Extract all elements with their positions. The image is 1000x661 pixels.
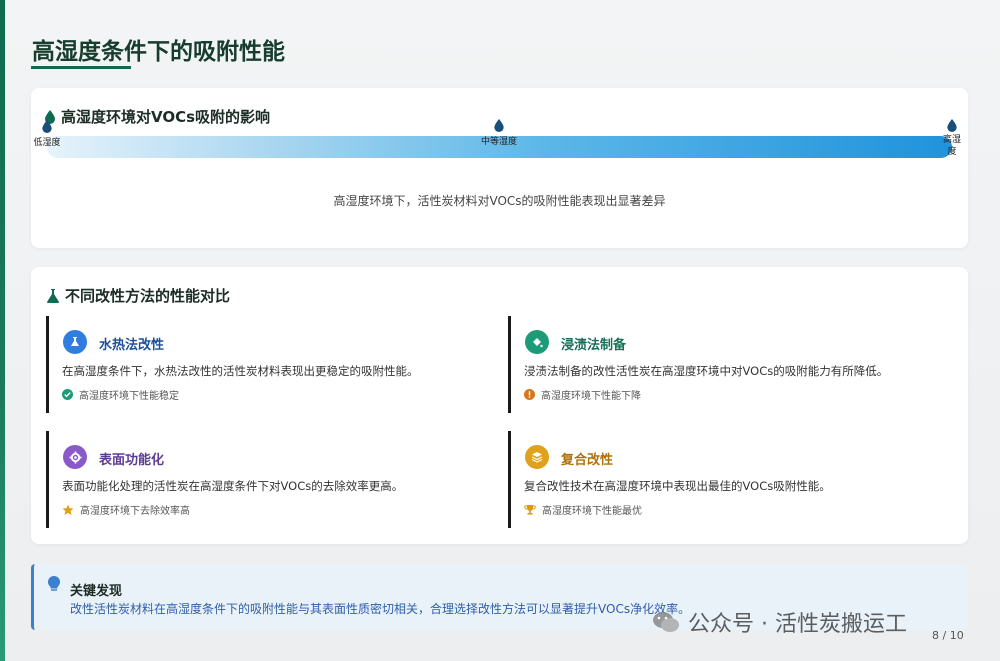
marker-high: 高湿度 — [943, 119, 961, 158]
method-card-hydrothermal: 水热法改性 在高湿度条件下，水热法改性的活性炭材料表现出更稳定的吸附性能。 高湿… — [46, 316, 494, 413]
key-finding-title: 关键发现 — [70, 584, 123, 599]
check-circle-icon — [62, 389, 73, 400]
humidity-heading-text: 高湿度环境对VOCs吸附的影响 — [61, 108, 271, 126]
method-note: 高湿度环境下性能稳定 — [62, 387, 179, 402]
method-title: 表面功能化 — [99, 453, 165, 468]
method-note: 高湿度环境下性能最优 — [524, 502, 642, 517]
comparison-heading-text: 不同改性方法的性能对比 — [65, 287, 231, 305]
method-title: 复合改性 — [561, 453, 614, 468]
marker-low: 低湿度 — [31, 120, 63, 148]
wechat-icon — [653, 612, 679, 632]
left-accent-bar — [0, 0, 5, 661]
method-desc: 在高湿度条件下，水热法改性的活性炭材料表现出更稳定的吸附性能。 — [62, 364, 419, 378]
method-note-text: 高湿度环境下去除效率高 — [80, 506, 190, 517]
wechat-watermark: 公众号 · 活性炭搬运工 — [652, 606, 907, 638]
water-drop-icon — [42, 120, 52, 133]
method-note: 高湿度环境下性能下降 — [524, 387, 641, 402]
method-title: 浸渍法制备 — [561, 338, 627, 353]
method-note: 高湿度环境下去除效率高 — [62, 502, 190, 517]
method-note-text: 高湿度环境下性能下降 — [541, 391, 641, 402]
marker-mid: 中等湿度 — [477, 119, 521, 147]
flask-icon — [47, 288, 59, 303]
comparison-card: 不同改性方法的性能对比 水热法改性 在高湿度条件下，水热法改性的活性炭材料表现出… — [31, 267, 968, 544]
method-title: 水热法改性 — [99, 338, 165, 353]
water-drop-icon — [947, 119, 957, 132]
method-desc: 复合改性技术在高湿度环境中表现出最佳的VOCs吸附性能。 — [524, 479, 831, 493]
page-number: 8 / 10 — [932, 629, 964, 642]
star-icon — [62, 504, 74, 515]
method-note-text: 高湿度环境下性能最优 — [542, 506, 642, 517]
method-card-surface-functionalization: 表面功能化 表面功能化处理的活性炭在高湿度条件下对VOCs的去除效率更高。 高湿… — [46, 431, 494, 528]
watermark-text: 公众号 · 活性炭搬运工 — [688, 612, 907, 637]
gear-icon — [63, 445, 87, 469]
flask-icon — [63, 330, 87, 354]
method-card-impregnation: 浸渍法制备 浸渍法制备的改性活性炭在高湿度环境中对VOCs的吸附能力有所降低。 … — [508, 316, 956, 413]
comparison-heading: 不同改性方法的性能对比 — [47, 285, 230, 306]
humidity-card: 高湿度环境对VOCs吸附的影响 低湿度 中等湿度 高湿度 高湿度环境下，活性炭材… — [31, 88, 968, 248]
lightbulb-icon — [48, 576, 60, 591]
water-drop-icon — [494, 119, 504, 132]
alert-circle-icon — [524, 389, 535, 400]
title-underline — [31, 66, 131, 69]
page-title: 高湿度条件下的吸附性能 — [32, 39, 285, 65]
marker-low-label: 低湿度 — [33, 138, 61, 148]
method-note-text: 高湿度环境下性能稳定 — [79, 391, 179, 402]
method-desc: 浸渍法制备的改性活性炭在高湿度环境中对VOCs的吸附能力有所降低。 — [524, 364, 889, 378]
fill-drip-icon — [525, 330, 549, 354]
layers-icon — [525, 445, 549, 469]
trophy-icon — [524, 504, 536, 515]
marker-high-label: 高湿度 — [943, 135, 962, 157]
key-finding-text: 改性活性炭材料在高湿度条件下的吸附性能与其表面性质密切相关，合理选择改性方法可以… — [70, 602, 691, 616]
marker-mid-label: 中等湿度 — [480, 137, 517, 147]
humidity-heading: 高湿度环境对VOCs吸附的影响 — [45, 106, 270, 127]
method-desc: 表面功能化处理的活性炭在高湿度条件下对VOCs的去除效率更高。 — [62, 479, 404, 493]
humidity-caption: 高湿度环境下，活性炭材料对VOCs的吸附性能表现出显著差异 — [333, 194, 666, 208]
method-card-composite: 复合改性 复合改性技术在高湿度环境中表现出最佳的VOCs吸附性能。 高湿度环境下… — [508, 431, 956, 528]
